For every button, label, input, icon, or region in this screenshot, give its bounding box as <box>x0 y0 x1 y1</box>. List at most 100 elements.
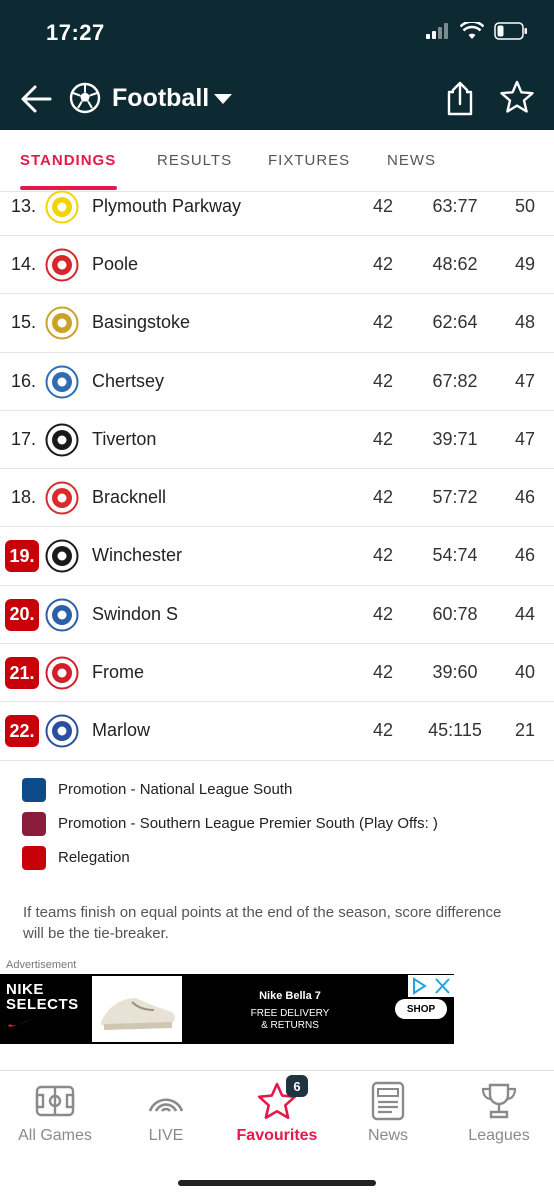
ad-shop-button[interactable]: SHOP <box>395 999 447 1019</box>
top-bar: 17:27 Football <box>0 0 554 130</box>
games-played: 42 <box>372 428 394 449</box>
ad-product: Nike Bella 7 <box>259 990 321 1002</box>
close-icon[interactable] <box>431 975 454 997</box>
games-played: 42 <box>372 312 394 333</box>
team-rank: 18. <box>11 487 37 508</box>
team-name: Frome <box>92 662 145 683</box>
legend-label: Promotion - National League South <box>58 781 293 798</box>
team-name: Chertsey <box>92 370 165 391</box>
table-row[interactable]: 16. Chertsey 42 67:82 47 <box>0 353 554 411</box>
table-row[interactable]: 22. Marlow 42 45:115 21 <box>0 702 554 761</box>
team-crest-icon <box>45 598 79 632</box>
legend-item: Promotion - National League South <box>22 776 542 810</box>
team-crest-icon <box>45 656 79 690</box>
table-row[interactable]: 19. Winchester 42 54:74 46 <box>0 527 554 586</box>
team-rank: 14. <box>11 254 37 274</box>
team-crest-icon <box>45 539 79 573</box>
table-row[interactable]: 14. Poole 42 48:62 49 <box>0 236 554 295</box>
standings-table: 13. Plymouth Parkway 42 63:77 50 14. Poole 42 48… <box>0 190 554 761</box>
news-icon <box>371 1081 405 1121</box>
ad-brand: NIKE SELECTS <box>6 982 79 1012</box>
nav-favourites[interactable]: 6 Favourites <box>222 1071 332 1161</box>
nav-leagues[interactable]: Leagues <box>444 1071 554 1161</box>
team-name: Swindon S <box>92 603 179 624</box>
chevron-down-icon[interactable] <box>214 94 232 104</box>
nav-label: LIVE <box>148 1127 184 1144</box>
games-played: 42 <box>372 370 394 391</box>
team-points: 46 <box>514 545 536 566</box>
team-points: 47 <box>514 428 536 449</box>
ad-sub-line2: & RETURNS <box>261 1020 319 1031</box>
ad-sub-line1: FREE DELIVERY <box>250 1008 330 1019</box>
goal-score: 62:64 <box>432 312 478 333</box>
goal-score: 67:82 <box>432 370 478 391</box>
team-rank: 15. <box>11 312 37 333</box>
team-points: 46 <box>514 487 536 508</box>
football-icon[interactable] <box>69 82 101 114</box>
pitch-icon <box>35 1085 75 1117</box>
team-points: 47 <box>514 370 536 391</box>
legend-swatch-playoffs <box>22 812 46 836</box>
signal-icon <box>426 23 448 39</box>
goal-score: 39:71 <box>432 428 478 449</box>
table-row[interactable]: 15. Basingstoke 42 62:64 48 <box>0 294 554 353</box>
legend-item: Relegation <box>22 844 542 878</box>
ad-banner[interactable]: NIKE SELECTS Nike Bella 7 FREE DELIVERY … <box>0 974 454 1044</box>
nav-label: Favourites <box>236 1127 318 1144</box>
tab-standings[interactable]: STANDINGS <box>20 152 116 169</box>
ad-brand-line1: NIKE <box>6 981 44 998</box>
star-icon[interactable] <box>500 80 534 114</box>
back-arrow-icon[interactable] <box>18 82 58 116</box>
table-row[interactable]: 17. Tiverton 42 39:71 47 <box>0 411 554 470</box>
ad-brand-line2: SELECTS <box>6 996 79 1013</box>
team-name: Plymouth Parkway <box>92 196 242 216</box>
team-points: 44 <box>514 603 536 624</box>
team-rank: 17. <box>11 428 37 449</box>
tab-fixtures[interactable]: FIXTURES <box>268 152 350 169</box>
legend-label: Relegation <box>58 849 130 866</box>
status-icons <box>426 22 528 40</box>
goal-score: 60:78 <box>432 603 478 624</box>
status-time: 17:27 <box>46 20 105 45</box>
table-row[interactable]: 20. Swindon S 42 60:78 44 <box>0 586 554 645</box>
team-crest-icon <box>45 423 79 457</box>
nav-label: News <box>367 1127 408 1144</box>
team-crest-icon <box>45 365 79 399</box>
team-name: Winchester <box>92 545 183 566</box>
tab-news[interactable]: NEWS <box>387 152 436 169</box>
favourites-badge: 6 <box>286 1075 308 1097</box>
games-played: 42 <box>372 662 394 683</box>
table-row[interactable]: 18. Bracknell 42 57:72 46 <box>0 469 554 528</box>
adchoices-icon[interactable] <box>408 975 431 997</box>
legend-swatch-relegation <box>22 846 46 870</box>
nav-live[interactable]: LIVE <box>111 1071 221 1161</box>
team-points: 50 <box>514 196 536 216</box>
team-points: 49 <box>514 254 536 274</box>
team-points: 21 <box>514 720 536 741</box>
games-played: 42 <box>372 254 394 274</box>
goal-score: 63:77 <box>432 196 478 216</box>
share-icon[interactable] <box>444 80 476 116</box>
team-name: Poole <box>92 254 139 274</box>
home-indicator <box>178 1180 376 1186</box>
nav-all-games[interactable]: All Games <box>0 1071 110 1161</box>
team-name: Bracknell <box>92 487 167 508</box>
ad-choices[interactable] <box>408 975 454 997</box>
tab-bar: STANDINGS RESULTS FIXTURES NEWS <box>0 130 554 192</box>
team-name: Tiverton <box>92 428 157 449</box>
tab-results[interactable]: RESULTS <box>157 152 232 169</box>
ad-label: Advertisement <box>6 959 77 971</box>
nav-label: Leagues <box>468 1127 530 1144</box>
games-played: 42 <box>372 603 394 624</box>
active-tab-indicator <box>20 186 117 190</box>
header: Football <box>0 72 554 126</box>
team-rank: 19. <box>5 540 39 573</box>
table-row[interactable]: 13. Plymouth Parkway 42 63:77 50 <box>0 190 554 236</box>
legend-label: Promotion - Southern League Premier Sout… <box>58 815 438 832</box>
sport-title[interactable]: Football <box>112 84 209 113</box>
table-row[interactable]: 21. Frome 42 39:60 40 <box>0 644 554 703</box>
nav-news[interactable]: News <box>333 1071 443 1161</box>
team-crest-icon <box>45 714 79 748</box>
goal-score: 57:72 <box>432 487 478 508</box>
live-icon <box>148 1098 184 1112</box>
